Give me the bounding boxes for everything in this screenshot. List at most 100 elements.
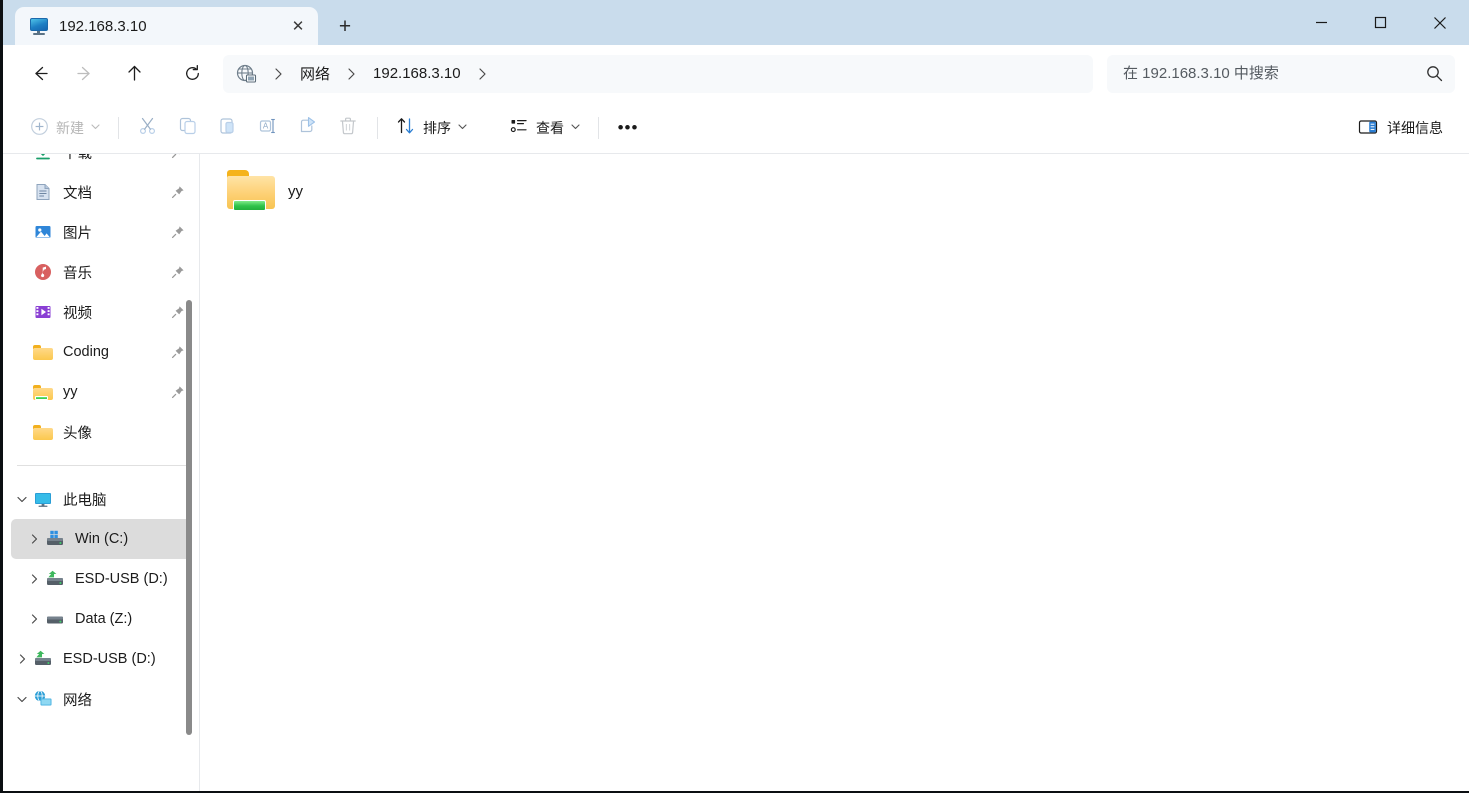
file-item-yy[interactable]: yy [218, 164, 313, 218]
refresh-icon[interactable] [173, 55, 211, 93]
sidebar-item-data-z[interactable]: Data (Z:) [11, 599, 192, 639]
sidebar-item-pictures[interactable]: 图片 [11, 212, 192, 252]
sidebar-item-label: 图片 [63, 225, 92, 242]
chevron-right-icon[interactable] [11, 654, 33, 664]
search-input[interactable] [1123, 65, 1426, 82]
chevron-down-icon[interactable] [11, 496, 33, 503]
toolbar-divider-3 [598, 116, 599, 139]
svg-text:A: A [263, 122, 269, 131]
more-options-button[interactable]: ••• [608, 111, 648, 145]
sidebar-divider [17, 465, 186, 466]
sidebar-item-label: 网络 [63, 692, 92, 709]
breadcrumb-separator-1[interactable] [338, 67, 365, 80]
maximize-icon[interactable] [1351, 0, 1410, 45]
sidebar-item-avatars[interactable]: 头像 [11, 412, 192, 452]
file-explorer-window: 192.168.3.10 ✕ + 网络 192.168.3.10 在 192.1… [0, 0, 1469, 793]
sidebar-item-documents[interactable]: 文档 [11, 172, 192, 212]
search-box[interactable] [1107, 54, 1455, 93]
sidebar-item-label: yy [63, 384, 78, 400]
paste-button [208, 111, 248, 145]
sidebar-scrollbar-thumb[interactable] [186, 300, 192, 735]
copy-button [168, 111, 208, 145]
delete-button [328, 111, 368, 145]
chevron-down-icon [91, 123, 100, 133]
file-list-area[interactable]: yy [200, 154, 1469, 791]
sidebar-item-label: ESD-USB (D:) [63, 651, 156, 667]
close-tab-icon[interactable]: ✕ [284, 12, 312, 40]
up-arrow-icon[interactable] [115, 55, 153, 93]
chevron-down-icon [458, 123, 467, 133]
title-bar: 192.168.3.10 ✕ + [3, 0, 1469, 45]
this-pc-icon [33, 489, 53, 509]
sidebar-item-yy[interactable]: yy [11, 372, 192, 412]
plus-circle-icon [30, 117, 49, 139]
documents-icon [33, 182, 53, 202]
tab-title: 192.168.3.10 [59, 17, 147, 35]
folder-icon [33, 422, 53, 442]
sidebar-item-esd-usb-d-child[interactable]: ESD-USB (D:) [11, 559, 192, 599]
sidebar-item-coding[interactable]: Coding [11, 332, 192, 372]
scissors-icon [138, 116, 158, 139]
sidebar-item-label: 音乐 [63, 265, 92, 282]
sidebar-item-network[interactable]: 网络 [11, 679, 192, 719]
view-button-label: 查看 [536, 119, 564, 136]
music-icon [33, 262, 53, 282]
sidebar-item-win-c[interactable]: Win (C:) [11, 519, 192, 559]
sidebar-item-label: Win (C:) [75, 531, 129, 547]
chevron-down-icon[interactable] [11, 696, 33, 703]
address-bar[interactable]: 网络 192.168.3.10 [223, 54, 1093, 93]
chevron-right-icon[interactable] [23, 574, 45, 584]
sidebar-item-videos[interactable]: 视频 [11, 292, 192, 332]
chevron-right-icon[interactable] [23, 534, 45, 544]
breadcrumb-separator-0[interactable] [265, 67, 292, 80]
videos-icon [33, 302, 53, 322]
browser-tab-192-168-3-10[interactable]: 192.168.3.10 ✕ [15, 7, 318, 45]
minimize-icon[interactable] [1292, 0, 1351, 45]
sidebar-item-this-pc[interactable]: 此电脑 [11, 479, 192, 519]
sidebar-item-label: 此电脑 [63, 492, 107, 509]
details-pane-icon [1358, 117, 1378, 140]
sidebar-item-label: Coding [63, 344, 109, 360]
folder-icon [33, 342, 53, 362]
breadcrumb-item-network[interactable]: 网络 [294, 59, 336, 88]
explorer-body: 下载 [3, 154, 1469, 791]
share-icon [298, 116, 318, 139]
sidebar-item-label: ESD-USB (D:) [75, 571, 168, 587]
trash-icon [338, 116, 358, 139]
breadcrumb-item-host[interactable]: 192.168.3.10 [367, 61, 467, 86]
details-pane-button[interactable]: 详细信息 [1350, 111, 1451, 145]
command-toolbar: 新建 A 排序 查看 ••• 详细信息 [3, 102, 1469, 154]
new-button: 新建 [21, 111, 109, 145]
sort-button-label: 排序 [423, 119, 451, 136]
chevron-right-icon[interactable] [23, 614, 45, 624]
view-button[interactable]: 查看 [500, 111, 589, 145]
sidebar-item-label: 视频 [63, 305, 92, 322]
view-list-icon [509, 116, 529, 139]
shared-folder-icon [33, 382, 53, 402]
new-tab-button[interactable]: + [328, 9, 362, 43]
navigation-bar: 网络 192.168.3.10 [3, 45, 1469, 102]
sort-button[interactable]: 排序 [387, 111, 476, 145]
navigation-pane[interactable]: 下载 [3, 154, 200, 791]
sidebar-scrollbar[interactable] [184, 154, 195, 791]
network-icon [33, 689, 53, 709]
sidebar-item-label: 下载 [63, 154, 170, 163]
rename-button: A [248, 111, 288, 145]
window-controls [1292, 0, 1469, 45]
back-arrow-icon[interactable] [21, 55, 59, 93]
computer-monitor-icon [29, 16, 49, 36]
network-globe-icon[interactable] [235, 63, 257, 85]
close-icon[interactable] [1410, 0, 1469, 45]
download-icon [33, 154, 53, 162]
sidebar-item-esd-usb-d-root[interactable]: ESD-USB (D:) [11, 639, 192, 679]
breadcrumb-separator-2[interactable] [469, 67, 496, 80]
drive-icon [45, 609, 65, 629]
details-pane-label: 详细信息 [1387, 120, 1443, 136]
search-icon[interactable] [1426, 65, 1443, 82]
usb-drive-icon [33, 649, 53, 669]
sidebar-item-music[interactable]: 音乐 [11, 252, 192, 292]
rename-icon: A [258, 116, 278, 139]
windows-drive-icon [45, 529, 65, 549]
share-button [288, 111, 328, 145]
sidebar-item-downloads[interactable]: 下载 [11, 154, 192, 172]
